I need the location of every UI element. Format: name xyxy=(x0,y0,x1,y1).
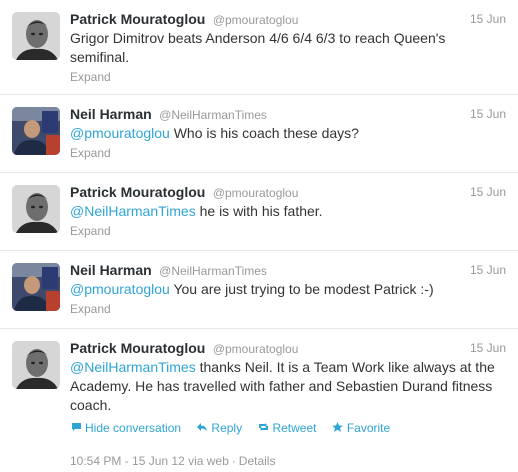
expand-link[interactable]: Expand xyxy=(70,70,506,85)
tweet-text: @NeilHarmanTimes thanks Neil. It is a Te… xyxy=(70,358,506,415)
retweet-label: Retweet xyxy=(272,421,317,435)
tweet-text: @NeilHarmanTimes he is with his father. xyxy=(70,202,506,221)
avatar-patrick[interactable] xyxy=(12,185,60,233)
meta-separator: · xyxy=(231,454,236,468)
tweet-meta: 10:54 PM - 15 Jun 12 via web · Details xyxy=(70,449,506,469)
reply-button[interactable]: Reply xyxy=(196,420,242,437)
hide-conversation-label: Hide conversation xyxy=(85,421,182,435)
tweet-body: You are just trying to be modest Patrick… xyxy=(169,281,434,297)
favorite-label: Favorite xyxy=(346,421,391,435)
tweet-body: he is with his father. xyxy=(195,203,323,219)
tweet-header: Patrick Mouratoglou @pmouratoglou xyxy=(70,183,506,202)
expand-link[interactable]: Expand xyxy=(70,302,506,317)
author-fullname[interactable]: Patrick Mouratoglou xyxy=(70,11,205,27)
retweet-icon xyxy=(257,421,269,437)
tweet-text: @pmouratoglou Who is his coach these day… xyxy=(70,124,506,143)
avatar-image xyxy=(12,341,60,389)
tweet-body: Grigor Dimitrov beats Anderson 4/6 6/4 6… xyxy=(70,30,446,65)
avatar-image xyxy=(12,185,60,233)
mention-link[interactable]: @pmouratoglou xyxy=(70,281,170,297)
conversation-thread: Patrick Mouratoglou @pmouratoglou 15 Jun… xyxy=(0,0,518,472)
tweet-time[interactable]: 15 Jun xyxy=(470,105,506,124)
expand-link[interactable]: Expand xyxy=(70,146,506,161)
mention-link[interactable]: @NeilHarmanTimes xyxy=(70,359,196,375)
tweet-time[interactable]: 15 Jun xyxy=(470,261,506,280)
mention-link[interactable]: @pmouratoglou xyxy=(70,125,170,141)
tweet[interactable]: Neil Harman @NeilHarmanTimes 15 Jun @pmo… xyxy=(0,251,518,329)
tweet-expanded[interactable]: Patrick Mouratoglou @pmouratoglou 15 Jun… xyxy=(0,329,518,472)
speech-bubble-icon xyxy=(70,421,82,437)
tweet-body: Who is his coach these days? xyxy=(169,125,359,141)
favorite-button[interactable]: Favorite xyxy=(332,420,390,437)
author-username[interactable]: @NeilHarmanTimes xyxy=(159,264,267,278)
expand-link[interactable]: Expand xyxy=(70,224,506,239)
author-fullname[interactable]: Patrick Mouratoglou xyxy=(70,340,205,356)
avatar-patrick[interactable] xyxy=(12,341,60,389)
tweet[interactable]: Patrick Mouratoglou @pmouratoglou 15 Jun… xyxy=(0,173,518,251)
retweet-button[interactable]: Retweet xyxy=(257,420,316,437)
reply-label: Reply xyxy=(211,421,243,435)
tweet-time[interactable]: 15 Jun xyxy=(470,10,506,29)
tweet-header: Patrick Mouratoglou @pmouratoglou xyxy=(70,339,506,358)
reply-arrow-icon xyxy=(196,421,208,437)
author-fullname[interactable]: Patrick Mouratoglou xyxy=(70,184,205,200)
avatar-image xyxy=(12,107,60,155)
tweet[interactable]: Patrick Mouratoglou @pmouratoglou 15 Jun… xyxy=(0,0,518,95)
author-fullname[interactable]: Neil Harman xyxy=(70,262,152,278)
avatar-image xyxy=(12,12,60,60)
author-username[interactable]: @pmouratoglou xyxy=(213,186,299,200)
avatar-patrick[interactable] xyxy=(12,12,60,60)
tweet-actions: Hide conversation Reply Retweet Favorite xyxy=(70,420,506,437)
tweet-time[interactable]: 15 Jun xyxy=(470,339,506,358)
star-icon xyxy=(332,421,344,437)
tweet-source: via web xyxy=(188,454,229,468)
avatar-neil[interactable] xyxy=(12,263,60,311)
avatar-neil[interactable] xyxy=(12,107,60,155)
tweet[interactable]: Neil Harman @NeilHarmanTimes 15 Jun @pmo… xyxy=(0,95,518,173)
author-username[interactable]: @NeilHarmanTimes xyxy=(159,108,267,122)
avatar-image xyxy=(12,263,60,311)
tweet-header: Patrick Mouratoglou @pmouratoglou xyxy=(70,10,506,29)
tweet-header: Neil Harman @NeilHarmanTimes xyxy=(70,105,506,124)
tweet-time[interactable]: 15 Jun xyxy=(470,183,506,202)
tweet-text: @pmouratoglou You are just trying to be … xyxy=(70,280,506,299)
tweet-header: Neil Harman @NeilHarmanTimes xyxy=(70,261,506,280)
tweet-timestamp[interactable]: 10:54 PM - 15 Jun 12 xyxy=(70,454,185,468)
details-link[interactable]: Details xyxy=(239,454,276,468)
author-fullname[interactable]: Neil Harman xyxy=(70,106,152,122)
hide-conversation-button[interactable]: Hide conversation xyxy=(70,420,181,437)
mention-link[interactable]: @NeilHarmanTimes xyxy=(70,203,196,219)
author-username[interactable]: @pmouratoglou xyxy=(213,342,299,356)
tweet-text: Grigor Dimitrov beats Anderson 4/6 6/4 6… xyxy=(70,29,506,67)
author-username[interactable]: @pmouratoglou xyxy=(213,13,299,27)
